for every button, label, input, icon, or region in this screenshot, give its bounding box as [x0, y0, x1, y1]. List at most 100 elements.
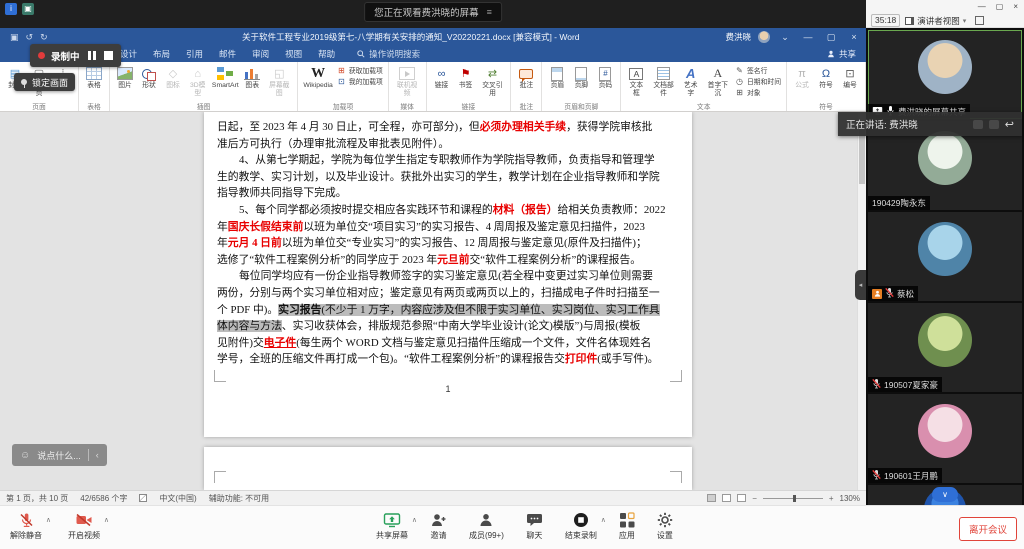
- word-close-button[interactable]: ×: [846, 32, 862, 42]
- fullscreen-icon[interactable]: [975, 16, 984, 25]
- tab-帮助[interactable]: 帮助: [310, 48, 343, 60]
- ribbon-options-icon[interactable]: ⌄: [777, 32, 793, 43]
- ribbon-button-签名行[interactable]: ✎签名行: [735, 65, 781, 75]
- view-web-layout-icon[interactable]: [737, 494, 746, 502]
- ribbon-button-首字下沉[interactable]: A首字下沉: [703, 64, 733, 98]
- participant-tile-蔡松[interactable]: 蔡松: [868, 212, 1022, 301]
- ribbon-button-屏幕截图[interactable]: ◱屏幕截图: [264, 64, 294, 98]
- ribbon-button-SmartArt[interactable]: SmartArt: [210, 64, 240, 91]
- ribbon-button-图片[interactable]: 图片: [113, 64, 137, 91]
- members-button[interactable]: 成员(99+): [469, 511, 504, 541]
- minimize-button[interactable]: —: [978, 2, 986, 13]
- chevron-up-icon[interactable]: ∧: [601, 516, 606, 524]
- proofing-icon[interactable]: [139, 494, 147, 502]
- word-minimize-button[interactable]: —: [800, 32, 816, 42]
- ribbon-button-艺术字[interactable]: A艺术字: [679, 64, 703, 98]
- sidebar-collapse-handle[interactable]: ◂: [855, 270, 866, 300]
- view-print-layout-icon[interactable]: [722, 494, 731, 502]
- tell-me-search[interactable]: 操作说明搜索: [357, 48, 420, 60]
- chevron-up-icon[interactable]: ∧: [104, 516, 109, 524]
- ribbon-button-文本框[interactable]: A文本框: [624, 64, 648, 98]
- document-page-2[interactable]: [204, 447, 692, 490]
- ribbon-button-页码[interactable]: #页码: [593, 64, 617, 91]
- unmute-button[interactable]: 解除静音 ∧: [10, 511, 42, 541]
- ribbon-button-页脚[interactable]: 页脚: [569, 64, 593, 91]
- tab-审阅[interactable]: 审阅: [244, 48, 277, 60]
- ribbon-button-图表[interactable]: 图表: [240, 64, 264, 91]
- camera-status-icon[interactable]: ▣: [22, 3, 34, 15]
- tab-邮件[interactable]: 邮件: [211, 48, 244, 60]
- restore-button[interactable]: ▢: [996, 2, 1004, 13]
- chat-placeholder[interactable]: 说点什么...: [37, 449, 81, 462]
- status-accessibility[interactable]: 辅助功能: 不可用: [209, 493, 269, 504]
- chat-button[interactable]: 聊天: [526, 511, 543, 541]
- reaction-icon[interactable]: [973, 120, 983, 129]
- meeting-info-icon[interactable]: i: [5, 3, 17, 15]
- apps-button[interactable]: 应用: [619, 511, 635, 541]
- pause-recording-button[interactable]: [86, 50, 98, 61]
- view-read-mode-icon[interactable]: [707, 494, 716, 502]
- share-button[interactable]: 共享: [827, 48, 856, 60]
- invite-button[interactable]: 邀请: [430, 511, 447, 541]
- undo-icon[interactable]: ↺: [26, 32, 34, 43]
- emoji-icon[interactable]: ☺: [20, 450, 30, 461]
- stop-record-button[interactable]: 结束录制 ∧: [565, 511, 597, 541]
- ribbon-button-形状[interactable]: 形状: [137, 64, 161, 91]
- ribbon-button-批注[interactable]: 批注: [514, 64, 538, 91]
- ribbon-button-我的加载项[interactable]: ⊡我的加载项: [337, 76, 383, 86]
- share-screen-button[interactable]: 共享屏幕 ∧: [376, 511, 408, 541]
- ribbon-button-日期和时间[interactable]: ◷日期和时间: [735, 76, 781, 86]
- lock-screen-button[interactable]: 锁定画面: [14, 73, 75, 91]
- collapse-chat-icon[interactable]: ‹: [96, 450, 99, 460]
- tab-引用[interactable]: 引用: [178, 48, 211, 60]
- chevron-up-icon[interactable]: ∧: [46, 516, 51, 524]
- word-scrollbar[interactable]: [857, 112, 866, 490]
- ribbon-button-页眉[interactable]: 页眉: [545, 64, 569, 91]
- view-mode-button[interactable]: 演讲者视图 ▾: [905, 15, 966, 27]
- ribbon-button-链接[interactable]: ∞链接: [430, 64, 454, 91]
- quick-chat-pill[interactable]: ☺ 说点什么... ‹: [12, 444, 107, 466]
- stop-recording-button[interactable]: [104, 51, 113, 60]
- settings-button[interactable]: 设置: [657, 511, 673, 541]
- ribbon-button-Wikipedia[interactable]: WWikipedia: [301, 64, 334, 91]
- reaction-icon[interactable]: [989, 120, 999, 129]
- status-language[interactable]: 中文(中国): [159, 493, 196, 504]
- zoom-slider[interactable]: [763, 498, 823, 499]
- zoom-out-button[interactable]: −: [752, 494, 757, 503]
- ribbon-button-获取加载项[interactable]: ⊞获取加载项: [337, 65, 383, 75]
- leave-meeting-button[interactable]: 离开会议: [959, 517, 1017, 541]
- tab-视图[interactable]: 视图: [277, 48, 310, 60]
- ribbon-button-图标[interactable]: ◇图标: [161, 64, 185, 91]
- ribbon-button-符号[interactable]: Ω符号: [814, 64, 838, 91]
- ribbon-button-公式[interactable]: π公式: [790, 64, 814, 91]
- reply-arrow-icon[interactable]: ↩: [1005, 118, 1014, 131]
- word-user-avatar[interactable]: [758, 31, 770, 43]
- document-page-1[interactable]: 日起，至 2023 年 4 月 30 日止，可全程，亦可部分)，但必须办理相关手…: [204, 112, 692, 437]
- redo-icon[interactable]: ↻: [40, 32, 48, 43]
- ribbon-button-编号[interactable]: ⊡编号: [838, 64, 862, 91]
- word-restore-button[interactable]: ▢: [823, 32, 839, 43]
- document-area[interactable]: 日起，至 2023 年 4 月 30 日止，可全程，亦可部分)，但必须办理相关手…: [0, 112, 857, 490]
- ribbon-button-联机视频[interactable]: 联机视频: [392, 64, 423, 98]
- zoom-slider-thumb[interactable]: [793, 495, 796, 502]
- ribbon-button-表格[interactable]: 表格: [82, 64, 106, 91]
- ribbon-button-3D模型[interactable]: ⌂3D模型: [185, 64, 210, 98]
- start-video-button[interactable]: 开启视频 ∧: [68, 511, 100, 541]
- status-page-info[interactable]: 第 1 页，共 10 页: [6, 493, 68, 504]
- chevron-up-icon[interactable]: ∧: [412, 516, 417, 524]
- tab-布局[interactable]: 布局: [145, 48, 178, 60]
- close-button[interactable]: ×: [1013, 2, 1018, 13]
- participant-tile-费洪晓的屏幕共享[interactable]: 费洪晓的屏幕共享: [868, 30, 1022, 119]
- status-word-count[interactable]: 42/6586 个字: [80, 493, 127, 504]
- participant-tile-190507夏家豪[interactable]: 190507夏家豪: [868, 303, 1022, 392]
- ribbon-button-交叉引用[interactable]: ⇄交叉引用: [478, 64, 508, 98]
- scroll-down-button[interactable]: ∨: [932, 487, 958, 502]
- zoom-in-button[interactable]: +: [829, 494, 834, 503]
- ribbon-button-对象[interactable]: ⊞对象: [735, 87, 781, 97]
- zoom-percent[interactable]: 130%: [840, 494, 860, 503]
- banner-menu-icon[interactable]: ≡: [487, 7, 492, 17]
- save-icon[interactable]: ▣: [10, 32, 19, 43]
- ribbon-button-文档部件[interactable]: 文档部件: [648, 64, 678, 98]
- ribbon-button-书签[interactable]: ⚑书签: [454, 64, 478, 91]
- participant-tile-190601王月鹏[interactable]: 190601王月鹏: [868, 394, 1022, 483]
